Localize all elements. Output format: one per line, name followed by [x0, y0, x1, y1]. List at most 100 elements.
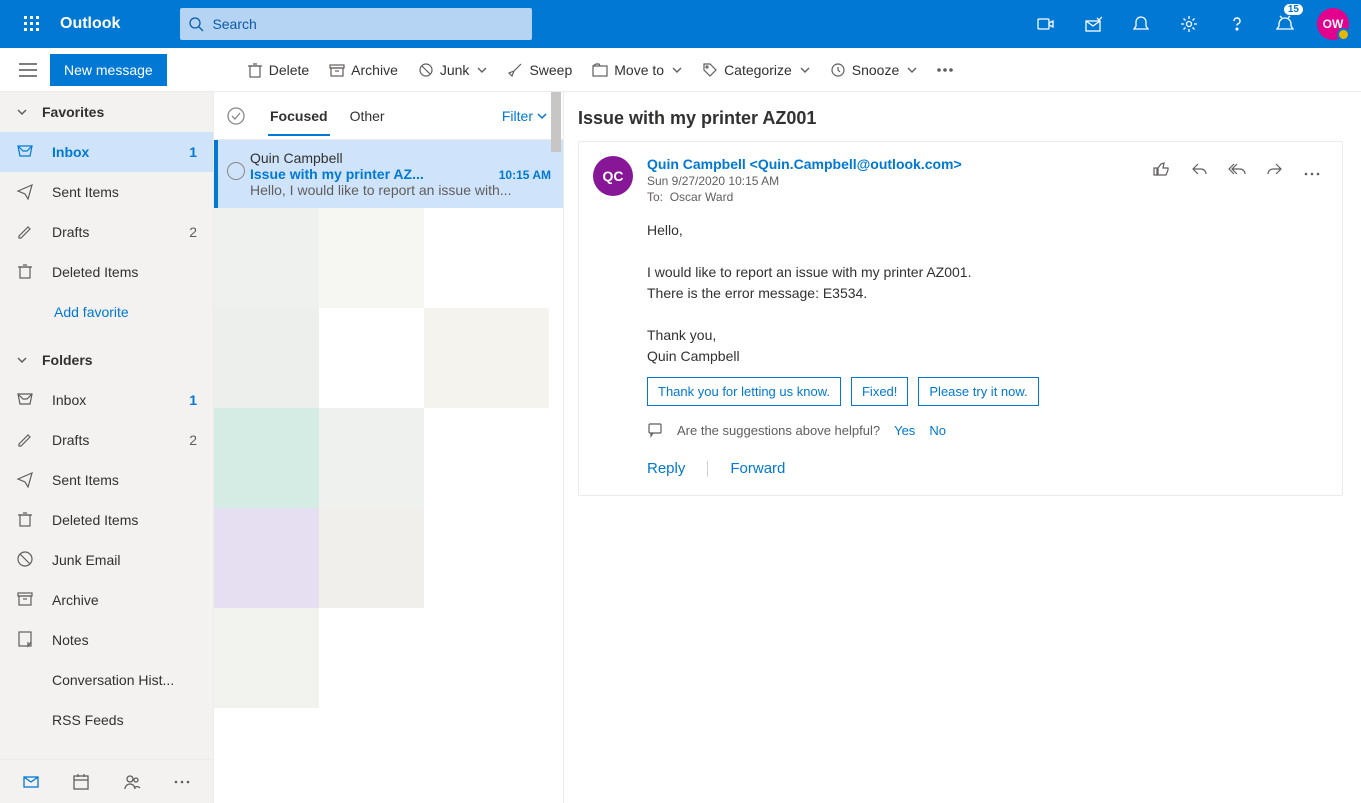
helpful-yes-link[interactable]: Yes	[894, 423, 915, 438]
more-message-actions-icon[interactable]	[1300, 159, 1324, 183]
message-checkbox[interactable]	[222, 150, 250, 198]
reply-icon[interactable]	[1186, 156, 1212, 185]
search-icon	[188, 16, 204, 32]
sender-avatar[interactable]: QC	[593, 156, 633, 196]
teams-call-icon[interactable]	[1021, 0, 1069, 48]
divider	[707, 461, 708, 477]
nav-item-label: Sent Items	[52, 472, 119, 488]
filter-button[interactable]: Filter	[502, 108, 547, 124]
nav-item-label: RSS Feeds	[52, 712, 124, 728]
like-icon[interactable]	[1148, 156, 1174, 185]
reply-all-icon[interactable]	[1224, 156, 1250, 185]
nav-item-conversation-hist-[interactable]: Conversation Hist...	[0, 660, 213, 700]
search-box[interactable]	[180, 8, 532, 40]
message-date: Sun 9/27/2020 10:15 AM	[647, 174, 1134, 188]
message-body: Hello, I would like to report an issue w…	[647, 220, 1324, 367]
forward-link[interactable]: Forward	[730, 460, 785, 477]
message-list-empty-area	[214, 208, 563, 803]
none-icon	[16, 672, 34, 688]
note-icon	[16, 630, 34, 651]
chevron-down-icon	[672, 65, 682, 75]
inbox-icon	[16, 390, 34, 411]
nav-item-count: 2	[189, 432, 197, 448]
chevron-down-icon	[16, 354, 28, 366]
message-preview: Hello, I would like to report an issue w…	[250, 182, 551, 198]
calendar-module-icon[interactable]	[65, 773, 97, 791]
nav-item-label: Deleted Items	[52, 264, 138, 280]
hamburger-icon[interactable]	[8, 48, 48, 92]
delete-button[interactable]: Delete	[237, 48, 319, 92]
reply-link[interactable]: Reply	[647, 460, 685, 477]
nav-item-inbox[interactable]: Inbox1	[0, 132, 213, 172]
categorize-button[interactable]: Categorize	[692, 48, 820, 92]
nav-item-rss-feeds[interactable]: RSS Feeds	[0, 700, 213, 740]
block-icon	[16, 550, 34, 571]
inbox-icon	[16, 142, 34, 163]
nav-item-inbox[interactable]: Inbox 1	[0, 380, 213, 420]
nav-item-sent-items[interactable]: Sent Items	[0, 460, 213, 500]
outlook-premium-icon[interactable]	[1069, 0, 1117, 48]
tab-other[interactable]: Other	[348, 96, 387, 136]
nav-item-deleted-items[interactable]: Deleted Items	[0, 500, 213, 540]
snooze-button[interactable]: Snooze	[820, 48, 927, 92]
sweep-button[interactable]: Sweep	[497, 48, 582, 92]
nav-item-label: Sent Items	[52, 184, 119, 200]
message-subject: Issue with my printer AZ...	[250, 166, 491, 182]
nav-item-drafts[interactable]: Drafts 2	[0, 420, 213, 460]
nav-item-label: Drafts	[52, 432, 89, 448]
mail-module-icon[interactable]	[15, 773, 47, 791]
nav-item-count: 1	[189, 392, 197, 408]
people-module-icon[interactable]	[116, 773, 148, 791]
select-all-checkbox[interactable]	[226, 106, 246, 126]
folders-header[interactable]: Folders	[0, 340, 213, 380]
nav-item-label: Conversation Hist...	[52, 672, 174, 688]
draft-icon	[16, 430, 34, 451]
meet-now-badge: 15	[1284, 4, 1303, 15]
trash-icon	[16, 510, 34, 531]
settings-icon[interactable]	[1165, 0, 1213, 48]
suggested-reply-button[interactable]: Fixed!	[851, 377, 908, 406]
helpful-no-link[interactable]: No	[929, 423, 946, 438]
suggested-reply-button[interactable]: Thank you for letting us know.	[647, 377, 841, 406]
help-icon[interactable]	[1213, 0, 1261, 48]
send-icon	[16, 182, 34, 203]
archive-icon	[16, 590, 34, 611]
add-favorite-link[interactable]: Add favorite	[0, 292, 213, 332]
folder-nav: Favorites Inbox 1 Sent Items Drafts 2 Deleted…	[0, 92, 214, 803]
nav-item-label: Archive	[52, 592, 99, 608]
chevron-down-icon	[800, 65, 810, 75]
helpful-prompt: Are the suggestions above helpful?	[677, 423, 880, 438]
junk-button[interactable]: Junk	[408, 48, 498, 92]
app-brand[interactable]: Outlook	[60, 15, 120, 33]
list-scrollbar[interactable]	[549, 92, 563, 803]
nav-item-deleted-items[interactable]: Deleted Items	[0, 252, 213, 292]
nav-item-drafts[interactable]: Drafts 2	[0, 212, 213, 252]
nav-item-label: Inbox	[52, 392, 86, 408]
nav-item-label: Inbox	[52, 144, 89, 160]
app-launcher-icon[interactable]	[8, 0, 56, 48]
nav-item-archive[interactable]: Archive	[0, 580, 213, 620]
notifications-icon[interactable]	[1117, 0, 1165, 48]
tab-focused[interactable]: Focused	[268, 96, 330, 136]
suggested-reply-button[interactable]: Please try it now.	[918, 377, 1038, 406]
nav-item-count: 2	[189, 224, 197, 240]
forward-icon[interactable]	[1262, 156, 1288, 185]
more-actions-icon[interactable]	[927, 48, 963, 92]
meet-now-icon[interactable]: 15	[1261, 0, 1309, 48]
account-avatar[interactable]: OW	[1317, 8, 1349, 40]
favorites-header[interactable]: Favorites	[0, 92, 213, 132]
chevron-down-icon	[477, 65, 487, 75]
search-input[interactable]	[212, 16, 524, 32]
nav-item-sent-items[interactable]: Sent Items	[0, 172, 213, 212]
archive-button[interactable]: Archive	[319, 48, 408, 92]
nav-item-label: Notes	[52, 632, 89, 648]
sender-from-line[interactable]: Quin Campbell <Quin.Campbell@outlook.com…	[647, 156, 1134, 172]
none-icon	[16, 712, 34, 728]
nav-item-label: Drafts	[52, 224, 89, 240]
nav-item-notes[interactable]: Notes	[0, 620, 213, 660]
new-message-button[interactable]: New message	[50, 54, 167, 86]
more-modules-icon[interactable]	[166, 780, 198, 784]
message-list-item[interactable]: Quin Campbell Issue with my printer AZ..…	[214, 140, 563, 208]
move-to-button[interactable]: Move to	[582, 48, 692, 92]
nav-item-junk-email[interactable]: Junk Email	[0, 540, 213, 580]
